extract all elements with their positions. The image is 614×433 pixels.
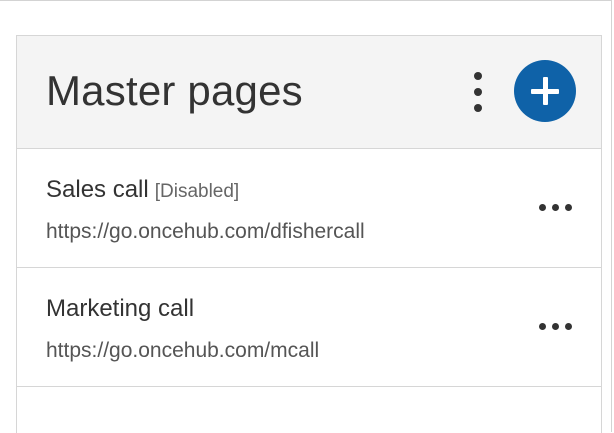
ellipsis-dot [565,204,572,211]
kebab-dot [474,104,482,112]
ellipsis-dot [539,204,546,211]
panel-title: Master pages [46,67,303,114]
status-badge: [Disabled] [154,181,240,202]
master-page-url: https://go.oncehub.com/mcall [46,339,320,362]
row-actions-icon[interactable] [535,317,575,337]
ellipsis-dot [539,323,546,330]
master-page-name: Sales call [46,176,149,203]
ellipsis-dot [565,323,572,330]
ellipsis-dot [552,323,559,330]
master-page-name: Marketing call [46,295,195,322]
plus-icon [531,77,559,105]
master-page-url: https://go.oncehub.com/dfishercall [46,220,365,243]
more-options-icon[interactable] [468,71,488,113]
ellipsis-dot [552,204,559,211]
window-frame: Master pages Sales call [Disabled] https:… [0,0,612,433]
row-actions-icon[interactable] [535,198,575,218]
master-pages-panel: Master pages Sales call [Disabled] https:… [16,35,602,433]
list-item[interactable]: Sales call [Disabled] https://go.oncehub.… [17,149,601,268]
add-master-page-button[interactable] [514,60,576,122]
panel-header: Master pages [17,36,601,149]
kebab-dot [474,72,482,80]
kebab-dot [474,88,482,96]
list-item[interactable]: Marketing call https://go.oncehub.com/mc… [17,268,601,387]
